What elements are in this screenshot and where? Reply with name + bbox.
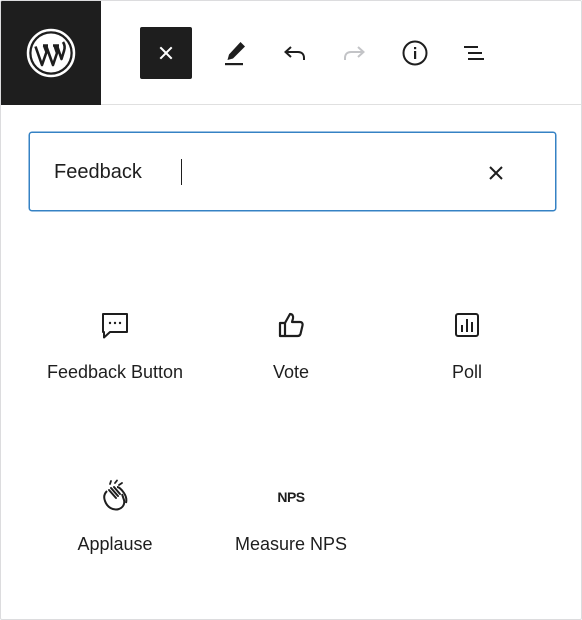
block-vote[interactable]: Vote (203, 305, 379, 384)
list-view-button[interactable] (448, 27, 500, 79)
nps-icon-text: NPS (277, 489, 305, 505)
feedback-bubble-icon (95, 305, 135, 345)
block-search-input[interactable] (54, 155, 474, 189)
text-caret (181, 159, 182, 185)
thumbs-up-icon (271, 305, 311, 345)
nps-icon: NPS (271, 477, 311, 517)
list-view-icon (464, 46, 484, 60)
close-icon (159, 46, 173, 60)
info-icon (402, 40, 428, 66)
details-button[interactable] (389, 27, 441, 79)
block-feedback-button[interactable]: Feedback Button (27, 305, 203, 384)
editor-toolbar (1, 1, 581, 105)
block-poll[interactable]: Poll (379, 305, 555, 384)
close-icon (489, 166, 503, 180)
wordpress-logo-button[interactable] (1, 1, 101, 105)
undo-button[interactable] (269, 27, 321, 79)
close-inserter-button[interactable] (140, 27, 192, 79)
pencil-icon (225, 42, 245, 66)
applause-icon (95, 477, 135, 517)
block-applause[interactable]: Applause (27, 477, 203, 556)
block-label: Vote (272, 362, 310, 382)
block-inserter-panel: Feedback Button Vote Poll (0, 0, 582, 620)
block-label: Poll (451, 362, 482, 382)
block-label: Applause (77, 534, 153, 554)
poll-chart-icon (447, 305, 487, 345)
block-measure-nps[interactable]: NPS Measure NPS (203, 477, 379, 556)
redo-icon (344, 46, 365, 60)
block-label: Measure NPS (234, 534, 348, 554)
block-label: Feedback Button (46, 362, 184, 382)
undo-icon (284, 46, 305, 60)
wordpress-logo-icon (26, 28, 76, 78)
block-search-box (29, 132, 556, 211)
clear-search-button[interactable] (476, 153, 516, 193)
tools-button[interactable] (210, 27, 262, 79)
redo-button[interactable] (328, 27, 380, 79)
